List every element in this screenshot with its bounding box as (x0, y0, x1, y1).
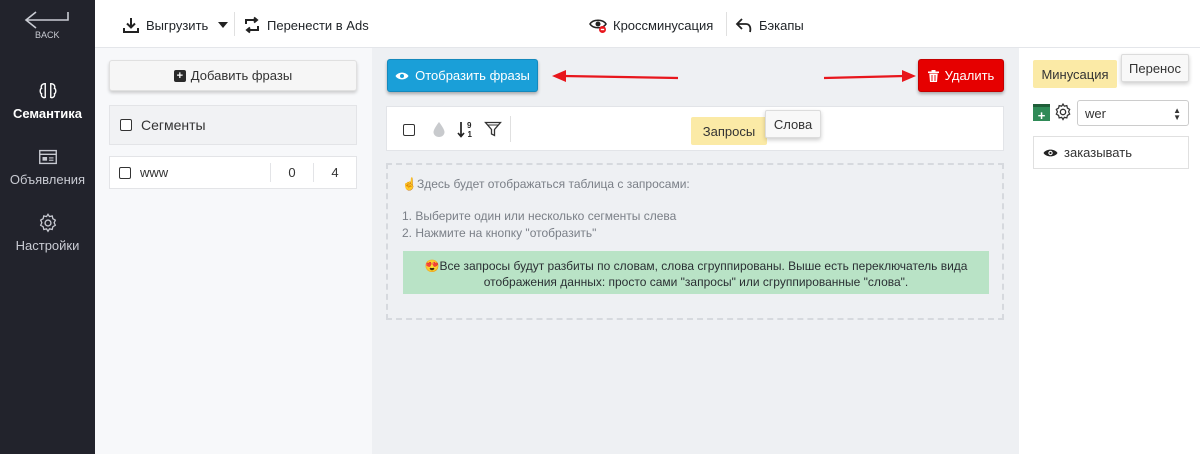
add-phrases-label: Добавить фразы (190, 68, 293, 83)
info-step-1: 1. Выберите один или несколько сегменты … (402, 209, 677, 223)
arrow-left-annotation (552, 70, 679, 82)
tab-requests[interactable]: Запросы (691, 117, 767, 145)
back-label: BACK (35, 30, 60, 40)
tab-minus[interactable]: Минусация (1033, 60, 1117, 88)
plus-icon: + (173, 69, 186, 82)
segment-row[interactable]: www 0 4 (109, 156, 357, 189)
transfer-ads-button[interactable]: Перенести в Ads (243, 14, 369, 36)
backups-label: Бэкапы (759, 17, 804, 33)
nav-item-settings[interactable]: Настройки (0, 212, 95, 253)
sort-numeric-icon[interactable]: 9 1 (457, 120, 475, 138)
minus-controls: + wer ▲ ▼ (1033, 100, 1189, 126)
minus-word-label: заказывать (1064, 145, 1132, 160)
nav-item-label: Семантика (12, 106, 83, 121)
transfer-icon (245, 16, 259, 34)
segments-panel: + Добавить фразы Сегменты www 0 4 (95, 48, 372, 454)
select-all-phrases-checkbox[interactable] (403, 124, 415, 136)
minus-word-item[interactable]: заказывать (1033, 136, 1189, 169)
toolbar-divider (234, 12, 235, 36)
segments-header: Сегменты (109, 105, 357, 145)
eye-cross-icon (589, 19, 607, 33)
top-toolbar: Выгрузить Перенести в Ads Кроссминусация… (95, 0, 1200, 48)
toolbar-divider (510, 116, 511, 142)
nav-item-semantics[interactable]: Семантика (0, 64, 95, 126)
main-sidebar: BACK Семантика Объявления Настройки (0, 0, 95, 454)
tab-words[interactable]: Слова (765, 110, 821, 138)
ad-icon (38, 149, 57, 165)
arrow-right-annotation (823, 70, 916, 82)
svg-text:1: 1 (468, 130, 473, 138)
add-minus-word-icon[interactable]: + (1033, 104, 1050, 123)
show-phrases-button[interactable]: Отобразить фразы (387, 59, 538, 92)
grouping-note-text: 😍Все запросы будут разбиты по словам, сл… (424, 259, 968, 289)
show-phrases-label: Отобразить фразы (415, 68, 530, 83)
back-icon: BACK (24, 11, 69, 40)
delete-button[interactable]: Удалить (918, 59, 1004, 92)
add-phrases-button[interactable]: + Добавить фразы (109, 60, 357, 91)
back-button[interactable]: BACK (24, 10, 72, 40)
info-heading: ☝Здесь будет отображаться таблица с запр… (402, 177, 690, 191)
nav-item-label: Объявления (9, 172, 86, 187)
minus-list-select[interactable]: wer ▲ ▼ (1077, 100, 1189, 126)
segment-name: www (140, 165, 169, 180)
export-label: Выгрузить (146, 17, 209, 33)
trash-icon (927, 69, 939, 82)
segment-count-b: 4 (313, 163, 356, 182)
export-button[interactable]: Выгрузить (122, 14, 229, 36)
tab-move[interactable]: Перенос (1121, 54, 1189, 82)
nav-item-ads[interactable]: Объявления (0, 146, 95, 187)
phrases-panel: Отобразить фразы Удалить 9 1 Запросы Сло… (372, 48, 1019, 454)
crossminus-button[interactable]: Кроссминусация (589, 14, 713, 36)
brain-icon (39, 82, 56, 99)
download-icon (123, 18, 139, 33)
minus-panel: Минусация Перенос + wer ▲ ▼ заказывать (1019, 48, 1200, 454)
crossminus-label: Кроссминусация (613, 17, 714, 33)
info-step-2: 2. Нажмите на кнопку "отобразить" (402, 226, 597, 240)
select-all-segments-checkbox[interactable] (120, 119, 132, 131)
segments-header-label: Сегменты (141, 117, 206, 133)
backups-button[interactable]: Бэкапы (735, 14, 804, 36)
chevron-down-icon (218, 22, 229, 28)
gear-icon[interactable] (1053, 102, 1073, 122)
filter-icon[interactable] (484, 120, 502, 138)
drop-icon[interactable] (430, 120, 448, 138)
segment-count-a: 0 (270, 163, 313, 182)
segment-checkbox[interactable] (119, 166, 131, 179)
empty-state-info: ☝Здесь будет отображаться таблица с запр… (386, 163, 1004, 320)
transfer-label: Перенести в Ads (267, 17, 369, 33)
grouping-note: 😍Все запросы будут разбиты по словам, сл… (403, 251, 989, 294)
minus-list-select-value: wer (1085, 105, 1106, 121)
svg-text:9: 9 (467, 121, 472, 130)
toolbar-divider (726, 12, 727, 36)
delete-label: Удалить (944, 68, 995, 83)
undo-icon (735, 18, 752, 33)
eye-icon (395, 72, 409, 79)
eye-icon[interactable] (1043, 148, 1058, 158)
select-arrows-icon: ▲ ▼ (1173, 106, 1181, 122)
gear-icon (39, 213, 56, 233)
phrases-toolbar: 9 1 Запросы Слова (386, 106, 1004, 151)
nav-item-label: Настройки (15, 238, 80, 253)
